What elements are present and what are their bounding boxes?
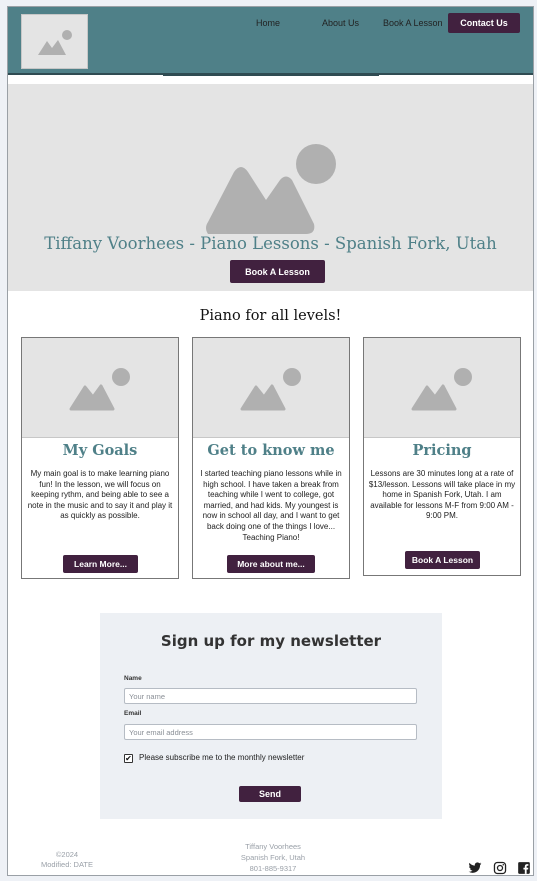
card-image [193,338,349,438]
footer-contact-block: Tiffany Voorhees Spanish Fork, Utah 801-… [208,841,338,874]
image-placeholder-icon [240,368,301,411]
card-image [22,338,178,438]
contact-us-button[interactable]: Contact Us [448,13,520,33]
footer-copyright-block: ©2024 Modified: DATE [8,850,126,870]
name-input[interactable] [124,688,417,704]
modified-text: Modified: DATE [41,860,93,869]
nav-about-link[interactable]: About Us [322,18,359,28]
email-input[interactable] [124,724,417,740]
subscribe-checkbox[interactable]: ✔ [124,754,133,763]
header-divider [163,73,379,76]
card-text: My main goal is to make learning piano f… [27,469,173,521]
nav-home-link[interactable]: Home [256,18,280,28]
learn-more-button[interactable]: Learn More... [63,555,138,573]
send-button[interactable]: Send [239,786,301,802]
site-header: Home About Us Book A Lesson Contact Us [8,7,533,75]
footer-phone: 801-885-9317 [249,864,297,873]
email-label: Email [124,710,142,717]
card-title: Get to know me [207,442,335,459]
card-title: My Goals [62,442,138,459]
card-image [364,338,520,438]
hero-book-lesson-button[interactable]: Book A Lesson [230,260,325,283]
pricing-card: Pricing Lessons are 30 minutes long at a… [363,337,521,576]
hero-banner: Tiffany Voorhees - Piano Lessons - Spani… [8,84,533,291]
logo-placeholder-icon[interactable] [21,14,88,69]
newsletter-form: Sign up for my newsletter Name Email ✔ P… [100,613,442,819]
section-title: Piano for all levels! [199,308,342,324]
instagram-icon[interactable] [493,861,507,875]
about-card: Get to know me I started teaching piano … [192,337,350,579]
pricing-book-lesson-button[interactable]: Book A Lesson [405,551,480,569]
facebook-icon[interactable] [517,861,531,875]
more-about-me-button[interactable]: More about me... [227,555,315,573]
footer-name: Tiffany Voorhees [245,842,301,851]
nav-book-lesson-link[interactable]: Book A Lesson [383,18,443,28]
twitter-icon[interactable] [468,861,482,875]
copyright-text: ©2024 [55,850,79,859]
card-title: Pricing [412,442,472,459]
subscribe-label: Please subscribe me to the monthly newsl… [139,753,305,762]
page-frame: Home About Us Book A Lesson Contact Us T… [7,6,534,876]
hero-title: Tiffany Voorhees - Piano Lessons - Spani… [44,234,497,253]
card-text: I started teaching piano lessons while i… [200,469,342,542]
goals-card: My Goals My main goal is to make learnin… [21,337,179,579]
card-text: Lessons are 30 minutes long at a rate of… [368,469,516,521]
hero-image-placeholder-icon [206,144,336,234]
image-placeholder-icon [69,368,130,411]
footer-location: Spanish Fork, Utah [240,853,306,862]
image-placeholder-icon [411,368,472,411]
name-label: Name [124,675,142,682]
newsletter-title: Sign up for my newsletter [160,632,382,650]
